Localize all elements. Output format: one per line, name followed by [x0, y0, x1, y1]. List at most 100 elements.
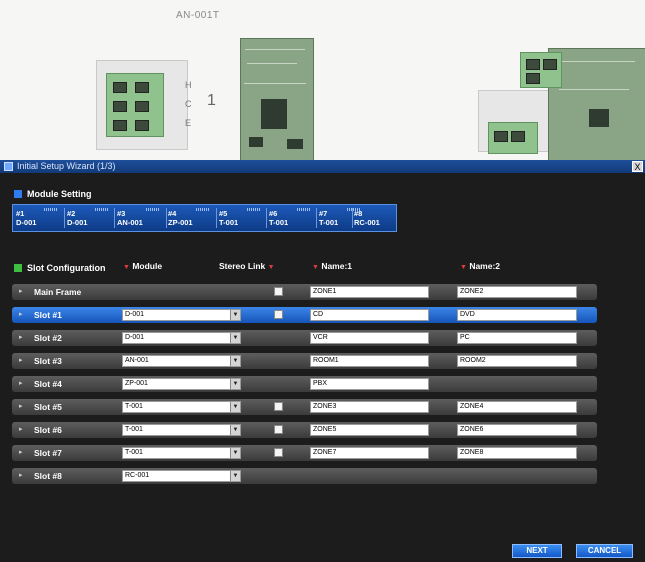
name2-field[interactable]: DVD — [457, 309, 577, 321]
expand-arrow-icon[interactable]: ▸ — [19, 471, 23, 479]
close-button[interactable]: X — [632, 161, 643, 172]
expand-arrow-icon[interactable]: ▸ — [19, 287, 23, 295]
slot-row-label: Slot #5 — [34, 402, 62, 412]
expand-arrow-icon[interactable]: ▸ — [19, 402, 23, 410]
module-slot-num: #8 — [354, 209, 363, 218]
expand-arrow-icon[interactable]: ▸ — [19, 379, 23, 387]
name1-field[interactable]: PBX — [310, 378, 429, 390]
module-select-value: D-001 — [125, 334, 145, 341]
column-header-name1: ▼ Name:1 — [312, 261, 353, 271]
module-select-value: ZP-001 — [125, 380, 148, 387]
circuit-board — [240, 38, 314, 160]
module-select[interactable]: T-001 ▼ — [122, 447, 241, 459]
slot-row[interactable]: ▸ Slot #1 D-001 ▼ CD DVD — [12, 307, 597, 323]
name2-field[interactable]: ROOM2 — [457, 355, 577, 367]
slot-row-label: Slot #8 — [34, 471, 62, 481]
name1-field[interactable]: ZONE3 — [310, 401, 429, 413]
slot-row-label: Main Frame — [34, 287, 82, 297]
name1-field[interactable]: ZONE7 — [310, 447, 429, 459]
module-setting-title: Module Setting — [14, 189, 92, 199]
module-board — [548, 48, 645, 160]
module-setting-label: Module Setting — [27, 189, 92, 199]
dropdown-arrow-icon[interactable]: ▼ — [230, 402, 240, 412]
terminal-letter-h: H — [185, 80, 192, 90]
column-header-module: ▼ Module — [123, 261, 163, 271]
module-slot-5[interactable]: #5 T-001 — [219, 205, 265, 231]
terminal-letter-e: E — [185, 118, 192, 128]
module-select[interactable]: T-001 ▼ — [122, 424, 241, 436]
slot-config-marker-icon — [14, 264, 22, 272]
module-terminal-lower — [488, 122, 538, 154]
module-slot-1[interactable]: #1 D-001 — [16, 205, 62, 231]
slot-row-label: Slot #2 — [34, 333, 62, 343]
expand-arrow-icon[interactable]: ▸ — [19, 448, 23, 456]
module-select-value: T-001 — [125, 426, 143, 433]
stereo-link-checkbox[interactable] — [274, 448, 283, 457]
dropdown-arrow-icon[interactable]: ▼ — [230, 425, 240, 435]
name1-field[interactable]: ZONE5 — [310, 424, 429, 436]
expand-arrow-icon[interactable]: ▸ — [19, 356, 23, 364]
slot-row[interactable]: ▸ Slot #6 T-001 ▼ ZONE5 ZONE6 — [12, 422, 597, 438]
slot-row-label: Slot #1 — [34, 310, 62, 320]
module-slot-6[interactable]: #6 T-001 — [269, 205, 315, 231]
module-slot-8[interactable]: #8 RC-001 — [354, 205, 394, 231]
module-select[interactable]: RC-001 ▼ — [122, 470, 241, 482]
slot-row[interactable]: ▸ Slot #5 T-001 ▼ ZONE3 ZONE4 — [12, 399, 597, 415]
expand-arrow-icon[interactable]: ▸ — [19, 425, 23, 433]
expand-arrow-icon[interactable]: ▸ — [19, 333, 23, 341]
slot-row[interactable]: ▸ Slot #4 ZP-001 ▼ PBX — [12, 376, 597, 392]
column-header-stereo-link: Stereo Link ▼ — [219, 261, 275, 271]
module-select[interactable]: AN-001 ▼ — [122, 355, 241, 367]
module-select[interactable]: T-001 ▼ — [122, 401, 241, 413]
slot-row[interactable]: ▸ Slot #8 RC-001 ▼ — [12, 468, 597, 484]
module-slot-4[interactable]: #4 ZP-001 — [168, 205, 214, 231]
dropdown-arrow-icon[interactable]: ▼ — [230, 310, 240, 320]
stereo-link-checkbox[interactable] — [274, 425, 283, 434]
module-slot-type: T-001 — [219, 218, 239, 227]
dropdown-arrow-icon[interactable]: ▼ — [230, 356, 240, 366]
app-icon — [4, 162, 13, 171]
dropdown-arrow-icon[interactable]: ▼ — [230, 448, 240, 458]
terminal-letter-c: C — [185, 99, 192, 109]
module-slot-type: D-001 — [16, 218, 37, 227]
name1-field[interactable]: CD — [310, 309, 429, 321]
name2-field[interactable]: ZONE4 — [457, 401, 577, 413]
name2-field[interactable]: PC — [457, 332, 577, 344]
setup-wizard-window: Initial Setup Wizard (1/3) X Module Sett… — [0, 160, 645, 562]
name2-field[interactable]: ZONE6 — [457, 424, 577, 436]
stereo-link-checkbox[interactable] — [274, 402, 283, 411]
name1-field[interactable]: ZONE1 — [310, 286, 429, 298]
slot-row[interactable]: ▸ Slot #2 D-001 ▼ VCR PC — [12, 330, 597, 346]
stereo-link-checkbox[interactable] — [274, 310, 283, 319]
dropdown-arrow-icon[interactable]: ▼ — [230, 471, 240, 481]
title-bar[interactable]: Initial Setup Wizard (1/3) X — [0, 160, 645, 173]
slot-row[interactable]: ▸ Main Frame ZONE1 ZONE2 — [12, 284, 597, 300]
name1-field[interactable]: VCR — [310, 332, 429, 344]
terminal-block — [106, 73, 164, 137]
module-slot-type: ZP-001 — [168, 218, 193, 227]
slot-row[interactable]: ▸ Slot #3 AN-001 ▼ ROOM1 ROOM2 — [12, 353, 597, 369]
module-slot-2[interactable]: #2 D-001 — [67, 205, 113, 231]
module-slot-3[interactable]: #3 AN-001 — [117, 205, 164, 231]
terminal-number: 1 — [207, 92, 216, 109]
slot-configuration-title: Slot Configuration — [14, 263, 106, 273]
product-photo: AN-001T H C E 1 — [0, 0, 645, 160]
module-setting-marker-icon — [14, 190, 22, 198]
stereo-link-checkbox[interactable] — [274, 287, 283, 296]
module-setting-bar: #1 D-001 #2 D-001 #3 AN-001 #4 ZP-001 #5 T-00… — [12, 204, 397, 232]
dropdown-arrow-icon[interactable]: ▼ — [230, 379, 240, 389]
module-select[interactable]: D-001 ▼ — [122, 309, 241, 321]
name2-field[interactable]: ZONE2 — [457, 286, 577, 298]
expand-arrow-icon[interactable]: ▸ — [19, 310, 23, 318]
module-select-value: D-001 — [125, 311, 145, 318]
module-select[interactable]: ZP-001 ▼ — [122, 378, 241, 390]
next-button[interactable]: NEXT — [512, 544, 562, 558]
slot-row[interactable]: ▸ Slot #7 T-001 ▼ ZONE7 ZONE8 — [12, 445, 597, 461]
sort-triangle-icon: ▼ — [460, 264, 467, 271]
module-select[interactable]: D-001 ▼ — [122, 332, 241, 344]
name2-field[interactable]: ZONE8 — [457, 447, 577, 459]
cancel-button[interactable]: CANCEL — [576, 544, 633, 558]
dropdown-arrow-icon[interactable]: ▼ — [230, 333, 240, 343]
column-header-name2: ▼ Name:2 — [460, 261, 501, 271]
name1-field[interactable]: ROOM1 — [310, 355, 429, 367]
